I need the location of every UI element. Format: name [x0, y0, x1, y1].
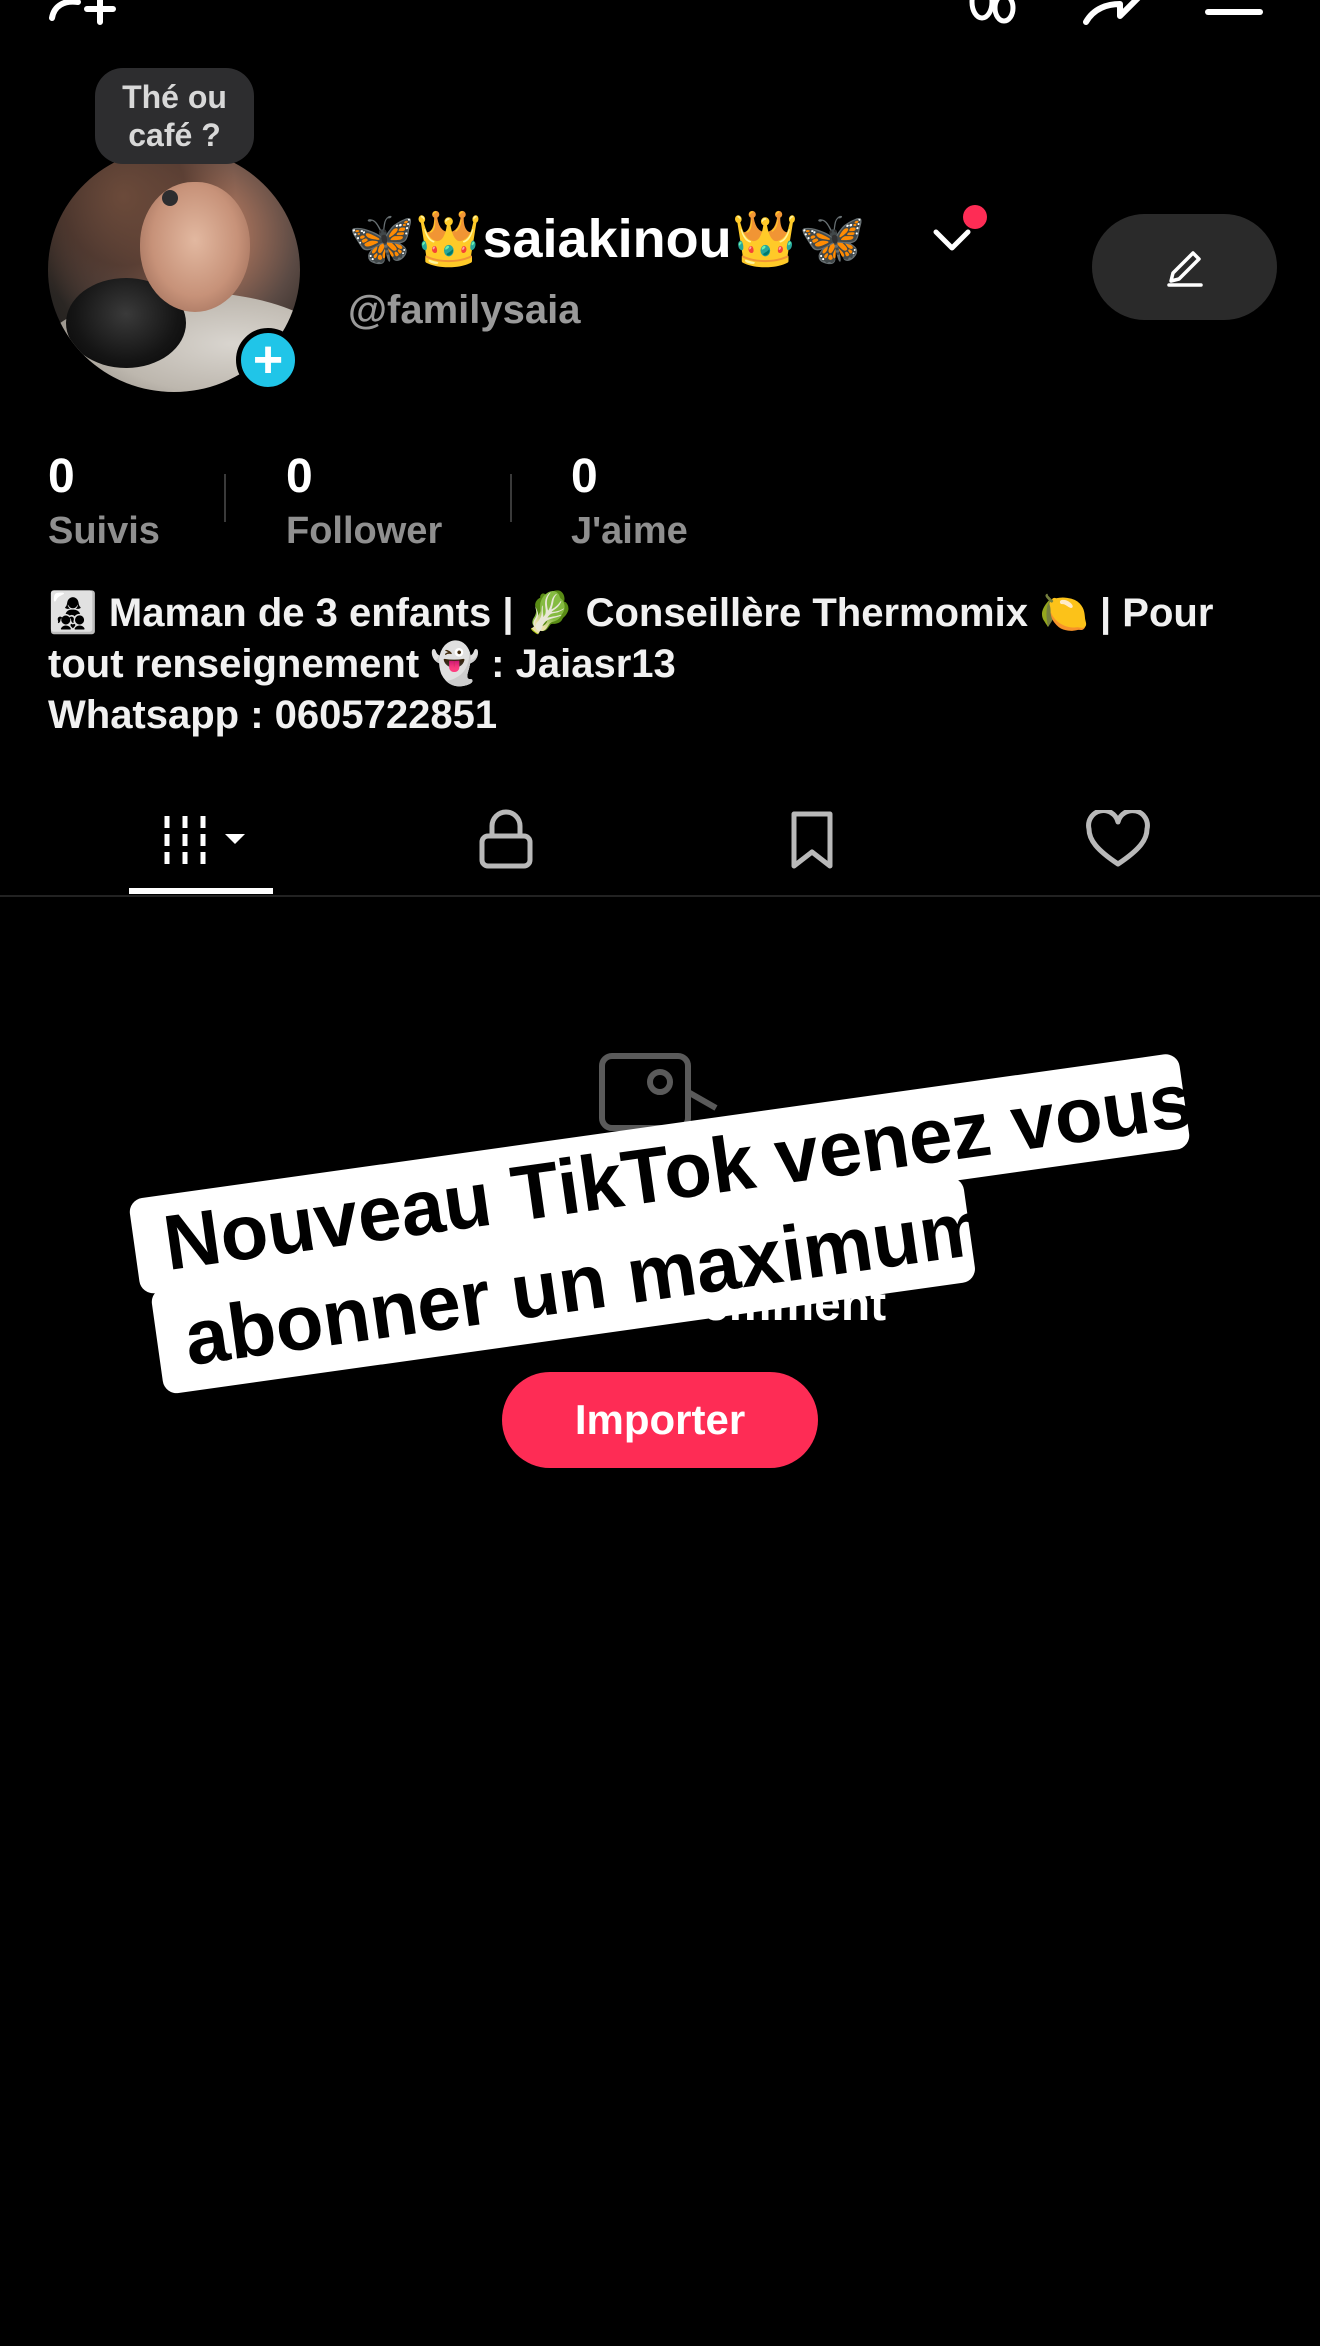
stat-likes-label: J'aime [571, 510, 688, 552]
bio-line: Whatsapp : 0605722851 [48, 693, 498, 737]
profile-page: Thé ou café ? + 🦋👑saiakinou👑🦋 @familysai… [0, 0, 1320, 2346]
add-story-button[interactable]: + [236, 328, 300, 392]
menu-icon[interactable] [1204, 0, 1264, 26]
add-friend-icon[interactable] [48, 0, 120, 26]
bubble-tail [162, 190, 178, 206]
avatar-note-text: Thé ou café ? [122, 79, 227, 153]
stat-divider [510, 474, 512, 522]
handle: @familysaia [348, 288, 581, 332]
chevron-down-icon[interactable] [930, 222, 974, 263]
stat-following[interactable]: 0 Suivis [48, 448, 160, 554]
tab-saved[interactable] [752, 790, 872, 890]
stat-followers[interactable]: 0 Follower [286, 448, 442, 554]
lock-icon [479, 809, 533, 869]
stat-likes[interactable]: 0 J'aime [571, 448, 688, 554]
stat-followers-label: Follower [286, 510, 443, 552]
tab-private[interactable] [446, 790, 566, 890]
tab-liked[interactable] [1058, 790, 1178, 890]
tab-selected-indicator [129, 888, 273, 894]
stat-following-value: 0 [48, 450, 75, 503]
avatar-note-bubble[interactable]: Thé ou café ? [95, 68, 254, 164]
content-tabs [0, 790, 1320, 896]
empty-state-line: récemment [630, 1278, 887, 1331]
tab-videos[interactable] [129, 790, 273, 890]
grid-icon [164, 816, 245, 864]
stat-followers-value: 0 [286, 450, 313, 503]
photo-icon [598, 1052, 722, 1157]
plus-icon: + [252, 331, 284, 389]
empty-state-text: que récemment [0, 1212, 1320, 1336]
heart-icon [1086, 810, 1150, 867]
footprint-icon[interactable] [962, 0, 1026, 26]
notification-dot [963, 205, 987, 229]
bio-line: tout renseignement 👻 : Jaiasr13 [48, 642, 676, 686]
import-button[interactable]: Importer [502, 1372, 818, 1468]
stat-likes-value: 0 [571, 450, 598, 503]
pencil-icon [1166, 251, 1203, 287]
edit-profile-button[interactable] [1092, 214, 1277, 320]
tabs-divider [0, 895, 1320, 897]
share-icon[interactable] [1080, 0, 1144, 26]
empty-state-line: que [520, 1216, 606, 1269]
bookmark-icon [791, 811, 833, 869]
bio-line: 👩‍👧‍👦 Maman de 3 enfants | 🥬 Conseillère… [48, 591, 1214, 635]
username: 🦋👑saiakinou👑🦋 [348, 209, 867, 269]
stat-divider [224, 474, 226, 522]
bio: 👩‍👧‍👦 Maman de 3 enfants | 🥬 Conseillère… [48, 588, 1288, 741]
stat-following-label: Suivis [48, 510, 160, 552]
